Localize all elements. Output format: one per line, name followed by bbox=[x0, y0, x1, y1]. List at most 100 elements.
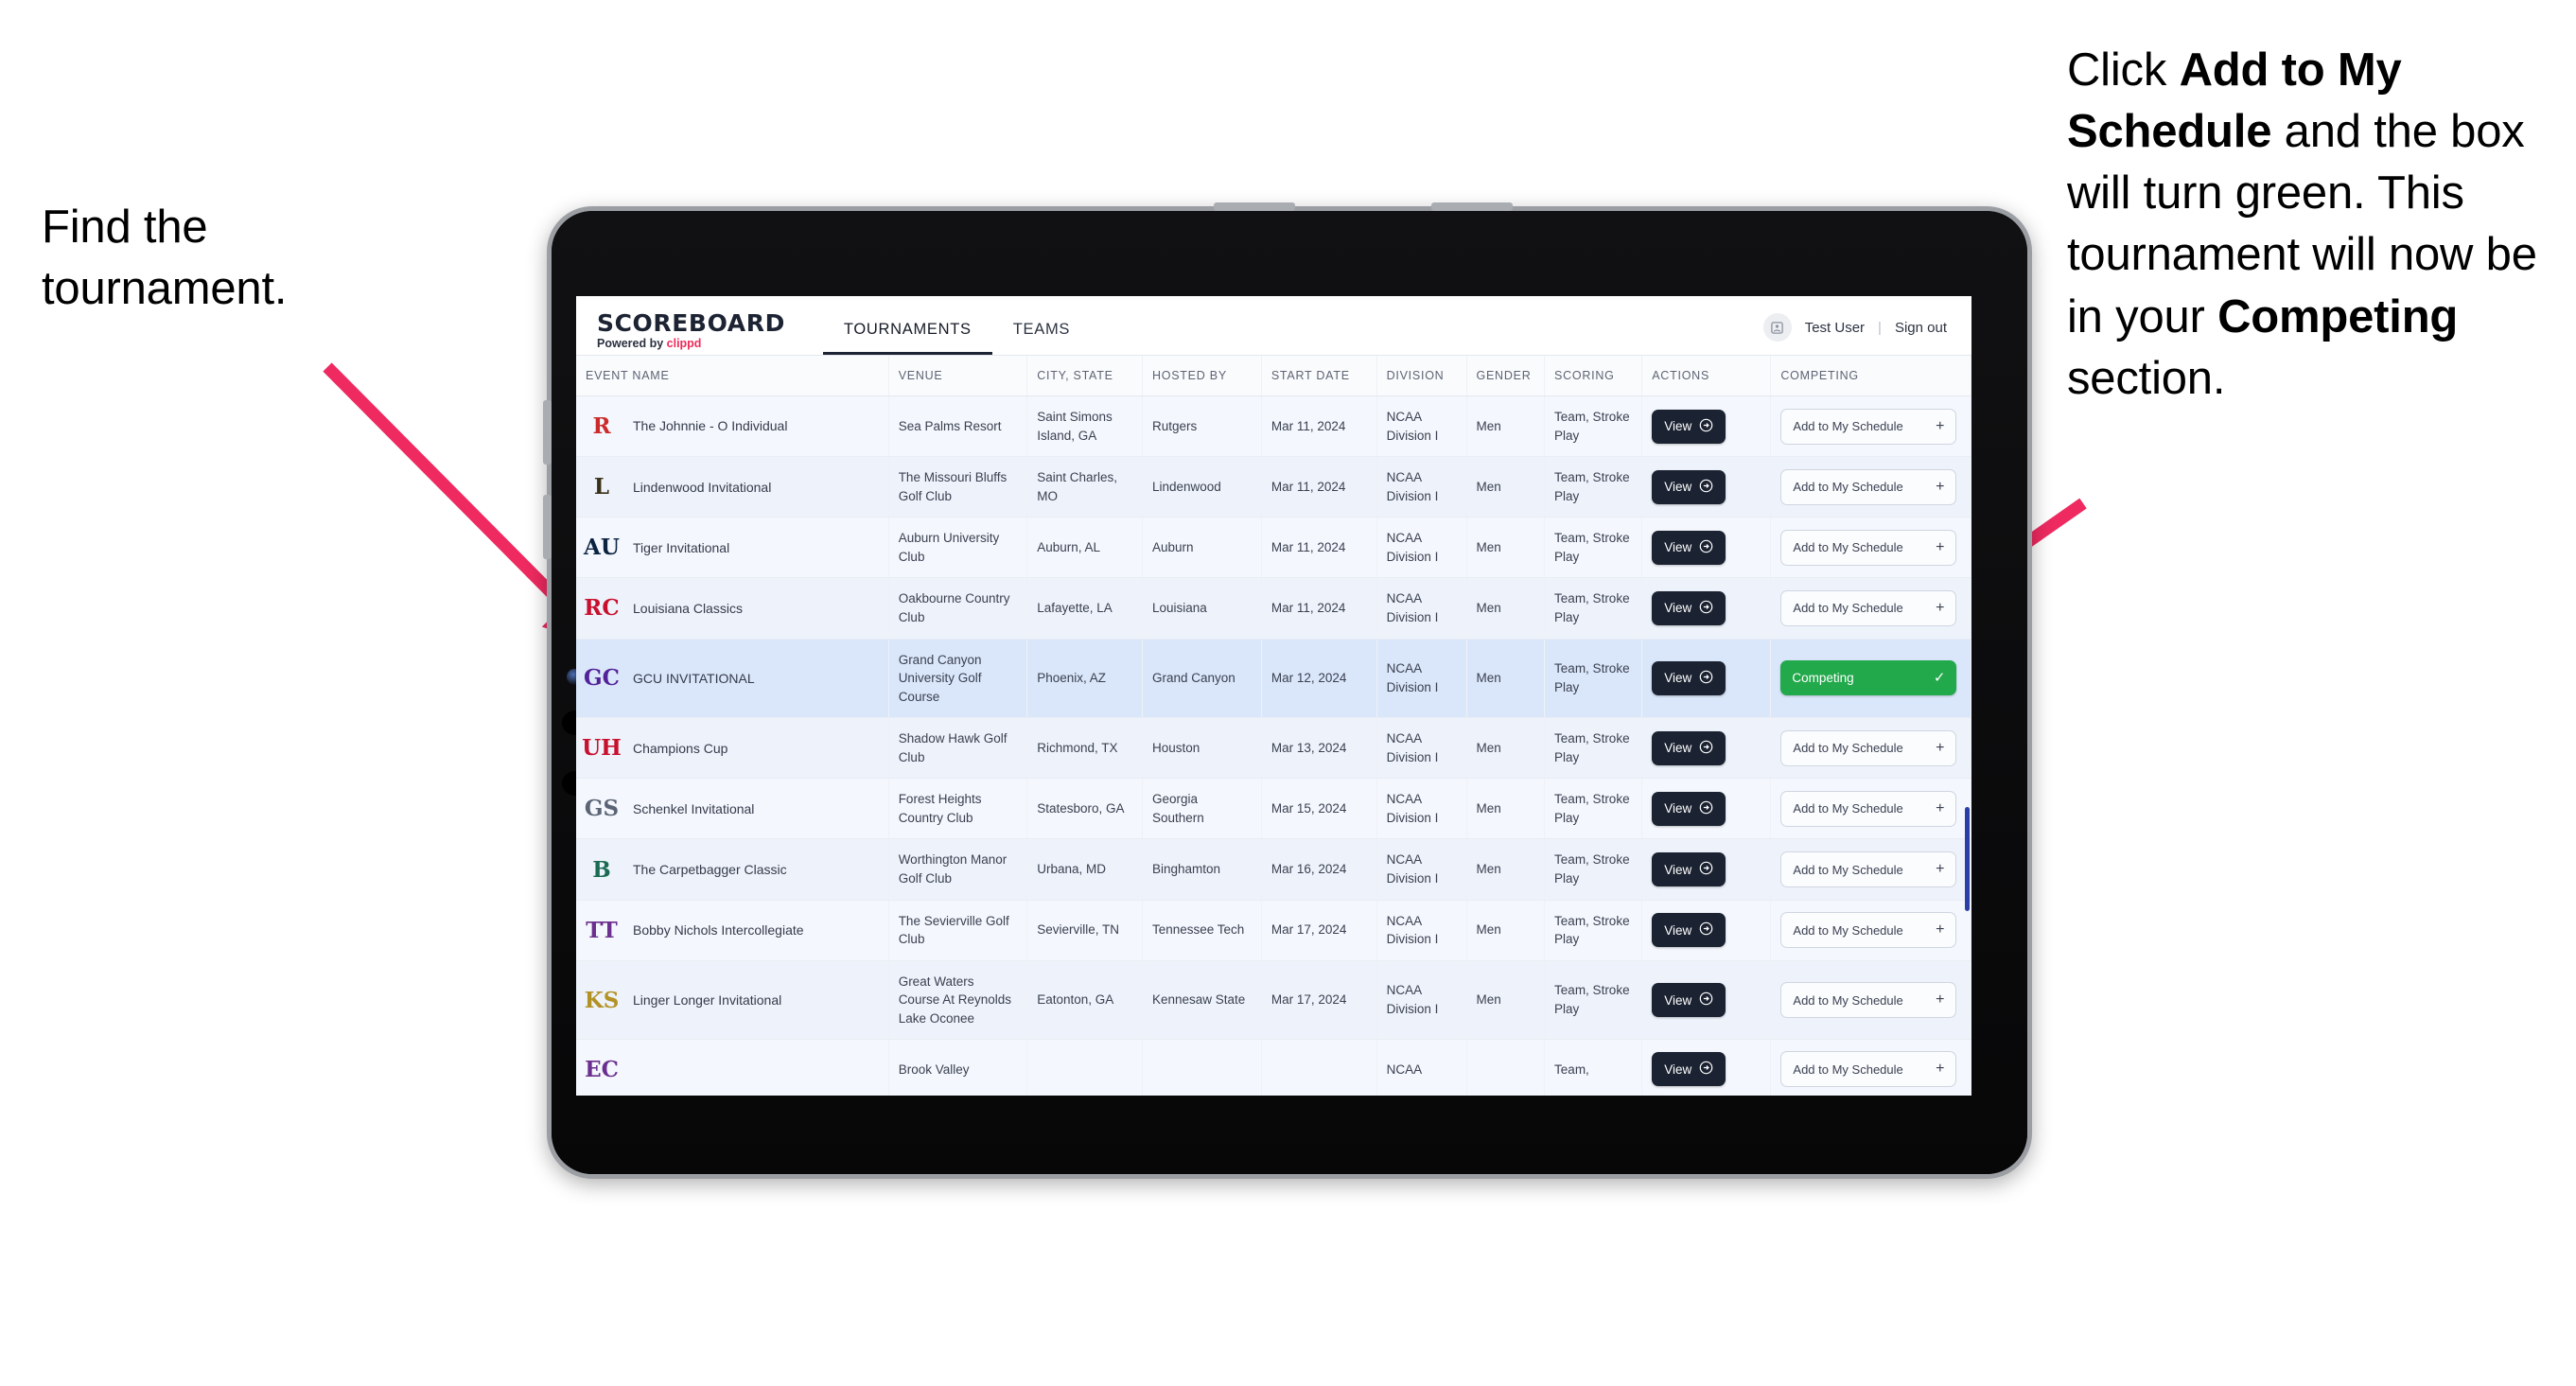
cell-competing: Add to My Schedule + bbox=[1770, 395, 1971, 458]
table-row[interactable]: GC GCU INVITATIONAL Grand Canyon Universit… bbox=[576, 639, 1971, 719]
table-row[interactable]: TT Bobby Nichols Intercollegiate The Sevie… bbox=[576, 900, 1971, 961]
add-to-my-schedule-button[interactable]: Add to My Schedule + bbox=[1780, 408, 1957, 445]
view-button-label: View bbox=[1664, 801, 1692, 816]
table-row[interactable]: L Lindenwood Invitational The Missouri Blu… bbox=[576, 456, 1971, 518]
tournaments-table: EVENT NAME VENUE CITY, STATE HOSTED BY S… bbox=[576, 356, 1971, 1096]
user-square-icon[interactable] bbox=[1762, 313, 1792, 342]
cell-scoring: Team, Stroke Play bbox=[1544, 639, 1643, 719]
cell-competing: Add to My Schedule + bbox=[1770, 577, 1971, 640]
team-logo-icon: TT bbox=[586, 917, 618, 943]
cell-competing: Add to My Schedule + bbox=[1770, 838, 1971, 901]
add-to-my-schedule-button[interactable]: Add to My Schedule + bbox=[1780, 790, 1957, 827]
arrow-right-circle-icon bbox=[1699, 921, 1713, 939]
table-row[interactable]: RC Louisiana Classics Oakbourne Country Cl… bbox=[576, 577, 1971, 640]
tournaments-table-wrap: EVENT NAME VENUE CITY, STATE HOSTED BY S… bbox=[576, 356, 1971, 1096]
cell-competing: Competing ✓ bbox=[1770, 639, 1971, 719]
cell-city-state: Urbana, MD bbox=[1026, 838, 1143, 901]
cell-scoring: Team, Stroke Play bbox=[1544, 900, 1643, 961]
cell-event-name: TT Bobby Nichols Intercollegiate bbox=[576, 900, 889, 961]
cell-division: NCAA bbox=[1376, 1039, 1467, 1096]
cell-hosted-by bbox=[1142, 1039, 1262, 1096]
view-button[interactable]: View bbox=[1652, 409, 1726, 444]
clippd-wordmark: clippd bbox=[666, 336, 702, 350]
add-to-my-schedule-button[interactable]: Add to My Schedule + bbox=[1780, 1051, 1957, 1088]
team-logo-icon: GC bbox=[584, 665, 620, 692]
add-to-my-schedule-button[interactable]: Add to My Schedule + bbox=[1780, 589, 1957, 626]
add-to-my-schedule-button[interactable]: Add to My Schedule + bbox=[1780, 851, 1957, 887]
cell-actions: View bbox=[1641, 639, 1772, 719]
cell-division: NCAA Division I bbox=[1376, 960, 1467, 1041]
table-row[interactable]: GS Schenkel Invitational Forest Heights Co… bbox=[576, 778, 1971, 840]
cell-gender: Men bbox=[1466, 717, 1546, 780]
cell-competing: Add to My Schedule + bbox=[1770, 1039, 1971, 1096]
view-button-label: View bbox=[1664, 1061, 1692, 1077]
cell-event-name: GC GCU INVITATIONAL bbox=[576, 639, 889, 719]
team-logo-icon: L bbox=[593, 474, 610, 500]
table-row[interactable]: AU Tiger Invitational Auburn University Cl… bbox=[576, 517, 1971, 579]
view-button-label: View bbox=[1664, 992, 1692, 1008]
view-button[interactable]: View bbox=[1652, 469, 1726, 504]
add-to-my-schedule-button[interactable]: Add to My Schedule + bbox=[1780, 912, 1957, 949]
table-body: R The Johnnie - O Individual Sea Palms Res… bbox=[576, 395, 1971, 1096]
view-button[interactable]: View bbox=[1652, 590, 1726, 625]
team-logo-icon: EC bbox=[585, 1056, 619, 1082]
cell-gender: Men bbox=[1466, 395, 1546, 458]
view-button[interactable]: View bbox=[1652, 791, 1726, 826]
view-button[interactable]: View bbox=[1652, 1052, 1726, 1087]
cell-city-state: Lafayette, LA bbox=[1026, 577, 1143, 640]
cell-start-date: Mar 17, 2024 bbox=[1261, 960, 1377, 1041]
cell-event-name: KS Linger Longer Invitational bbox=[576, 960, 889, 1041]
table-row[interactable]: R The Johnnie - O Individual Sea Palms Res… bbox=[576, 395, 1971, 458]
plus-icon: + bbox=[1936, 799, 1945, 816]
cell-scoring: Team, Stroke Play bbox=[1544, 960, 1643, 1041]
tablet-top-button-1 bbox=[1214, 202, 1295, 211]
annotation-right-bold2: Competing bbox=[2217, 290, 2459, 342]
table-row[interactable]: EC Brook Valley NCAA Team, View Add to My Sch… bbox=[576, 1039, 1971, 1096]
add-to-my-schedule-button[interactable]: Add to My Schedule + bbox=[1780, 982, 1957, 1019]
cell-venue: Sea Palms Resort bbox=[888, 395, 1028, 458]
add-to-my-schedule-button[interactable]: Add to My Schedule + bbox=[1780, 729, 1957, 766]
nav-tabs: TOURNAMENTS TEAMS bbox=[822, 296, 1091, 355]
cell-city-state: Sevierville, TN bbox=[1026, 900, 1143, 961]
plus-icon: + bbox=[1936, 599, 1945, 616]
cell-division: NCAA Division I bbox=[1376, 717, 1467, 780]
view-button[interactable]: View bbox=[1652, 530, 1726, 565]
cell-venue: Brook Valley bbox=[888, 1039, 1028, 1096]
team-logo-icon: R bbox=[592, 413, 611, 440]
table-row[interactable]: UH Champions Cup Shadow Hawk Golf Club Rich… bbox=[576, 717, 1971, 780]
plus-icon: + bbox=[1936, 991, 1945, 1009]
cell-division: NCAA Division I bbox=[1376, 456, 1467, 518]
cell-hosted-by: Tennessee Tech bbox=[1142, 900, 1262, 961]
cell-venue: Worthington Manor Golf Club bbox=[888, 838, 1028, 901]
team-logo-icon: AU bbox=[584, 535, 620, 561]
add-to-my-schedule-button[interactable]: Add to My Schedule + bbox=[1780, 468, 1957, 505]
add-to-my-schedule-label: Add to My Schedule bbox=[1793, 419, 1903, 434]
add-to-my-schedule-label: Add to My Schedule bbox=[1793, 480, 1903, 495]
tab-tournaments[interactable]: TOURNAMENTS bbox=[822, 321, 992, 355]
add-to-my-schedule-button[interactable]: Add to My Schedule + bbox=[1780, 529, 1957, 566]
column-header-city-state: CITY, STATE bbox=[1026, 356, 1143, 396]
table-row[interactable]: B The Carpetbagger Classic Worthington Man… bbox=[576, 838, 1971, 901]
arrow-right-circle-icon bbox=[1699, 479, 1713, 496]
view-button-label: View bbox=[1664, 741, 1692, 756]
view-button[interactable]: View bbox=[1652, 983, 1726, 1018]
cell-city-state: Saint Simons Island, GA bbox=[1026, 395, 1143, 458]
view-button[interactable]: View bbox=[1652, 660, 1726, 695]
view-button-label: View bbox=[1664, 480, 1692, 495]
cell-venue: The Sevierville Golf Club bbox=[888, 900, 1028, 961]
cell-gender: Men bbox=[1466, 577, 1546, 640]
cell-scoring: Team, Stroke Play bbox=[1544, 717, 1643, 780]
cell-event-name: GS Schenkel Invitational bbox=[576, 778, 889, 840]
view-button[interactable]: View bbox=[1652, 730, 1726, 765]
tab-teams[interactable]: TEAMS bbox=[992, 321, 1091, 355]
annotation-find-tournament: Find the tournament. bbox=[42, 197, 448, 319]
view-button[interactable]: View bbox=[1652, 852, 1726, 886]
cell-competing: Add to My Schedule + bbox=[1770, 778, 1971, 840]
table-row[interactable]: KS Linger Longer Invitational Great Waters… bbox=[576, 960, 1971, 1041]
sign-out-link[interactable]: Sign out bbox=[1895, 320, 1947, 336]
vertical-scrollbar[interactable] bbox=[1965, 807, 1970, 911]
competing-button[interactable]: Competing ✓ bbox=[1780, 660, 1957, 696]
brand-subtitle: Powered by clippd bbox=[597, 336, 785, 350]
view-button[interactable]: View bbox=[1652, 913, 1726, 948]
cell-competing: Add to My Schedule + bbox=[1770, 960, 1971, 1041]
